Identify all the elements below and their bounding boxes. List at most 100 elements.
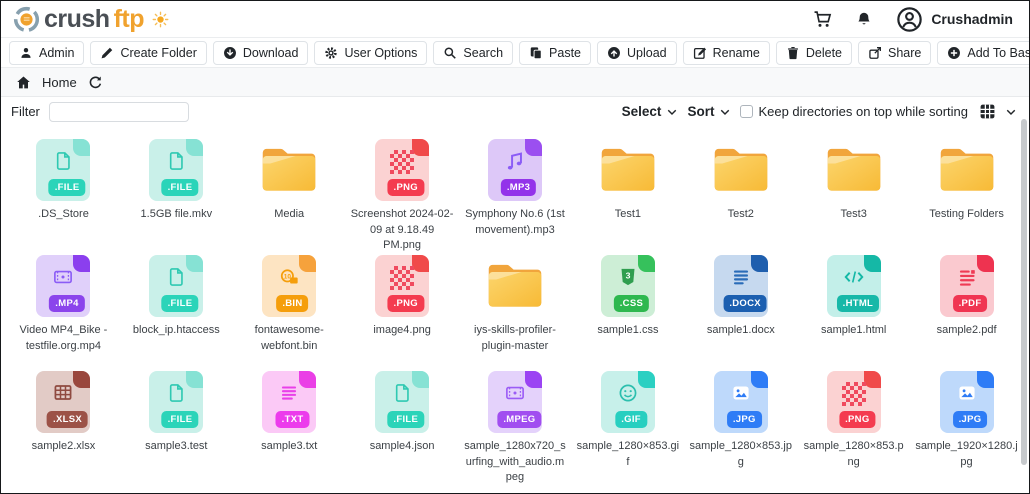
home-icon[interactable] (16, 75, 31, 90)
delete-button[interactable]: Delete (776, 41, 852, 65)
crushftp-window: crushftp Crushadmin Admin Create Folder Do… (0, 0, 1030, 494)
top-bar: crushftp Crushadmin (1, 1, 1029, 38)
file-item[interactable]: .HTMLsample1.html (797, 254, 910, 370)
mp4-file-icon: .MP4 (36, 255, 90, 317)
file-type-badge: .FILE (387, 411, 424, 428)
sun-theme-icon[interactable] (152, 11, 169, 28)
gif-file-icon: .GIF (601, 371, 655, 433)
upload-button[interactable]: Upload (597, 41, 677, 65)
file-grid: .FILE.DS_Store.FILE1.5GB file.mkv Media .P… (1, 126, 1029, 494)
file-item-partial[interactable] (459, 486, 572, 494)
add-to-basket-button[interactable]: Add To Basket (937, 41, 1030, 65)
png-file-icon: .PNG (375, 255, 429, 317)
file-item[interactable]: .MP3Symphony No.6 (1st movement).mp3 (459, 138, 572, 254)
png-file-icon: .PNG (827, 371, 881, 433)
file-item-partial[interactable] (7, 486, 120, 494)
admin-button[interactable]: Admin (9, 41, 84, 65)
button-label: Rename (713, 46, 760, 60)
folder-item[interactable]: iys-skills-profiler-plugin-master (459, 254, 572, 370)
file-name: sample_1280×853.jpg (689, 439, 792, 470)
circle-down-icon (223, 46, 237, 60)
file-item[interactable]: .FILE1.5GB file.mkv (120, 138, 233, 254)
file-type-badge: .DOCX (723, 295, 767, 312)
file-item-partial[interactable] (233, 486, 346, 494)
file-name: sample_1280×853.png (802, 439, 905, 470)
file-item[interactable]: .FILEblock_ip.htaccess (120, 254, 233, 370)
create-folder-button[interactable]: Create Folder (90, 41, 206, 65)
xlsx-file-icon: .XLSX (36, 371, 90, 433)
file-item[interactable]: .PNGScreenshot 2024-02-09 at 9.18.49 PM.… (346, 138, 459, 254)
file-type-badge: .PNG (388, 179, 424, 196)
file-type-badge: .CSS (614, 295, 649, 312)
file-item[interactable]: .DOCXsample1.docx (684, 254, 797, 370)
user-options-button[interactable]: User Options (314, 41, 427, 65)
file-item[interactable]: .XLSXsample2.xlsx (7, 370, 120, 486)
file-type-badge: .FILE (49, 179, 86, 196)
file-name: Symphony No.6 (1st movement).mp3 (463, 207, 566, 238)
chevron-down-icon (666, 106, 678, 118)
jpg-file-icon: .JPG (714, 371, 768, 433)
file-item[interactable]: .PDFsample2.pdf (910, 254, 1023, 370)
file-name: Media (274, 207, 304, 223)
file-item[interactable]: .FILE sample4.json (346, 370, 459, 486)
folder-icon (485, 260, 545, 312)
folder-item[interactable]: Test2 (684, 138, 797, 254)
file-file-icon: .FILE (36, 139, 90, 201)
bell-icon[interactable] (856, 11, 872, 28)
file-item[interactable]: .JPG sample_1280×853.jpg (684, 370, 797, 486)
logo-text-crush: crush (44, 7, 110, 32)
button-label: Add To Basket (967, 46, 1030, 60)
search-button[interactable]: Search (433, 41, 513, 65)
folder-item[interactable]: Testing Folders (910, 138, 1023, 254)
view-options-chevron-icon[interactable] (1005, 106, 1017, 118)
folder-icon (598, 144, 658, 196)
file-item-partial[interactable] (120, 486, 233, 494)
select-dropdown[interactable]: Select (622, 104, 679, 119)
file-item-partial[interactable] (346, 486, 459, 494)
user-circle-icon (896, 6, 923, 33)
account-menu[interactable]: Crushadmin (896, 6, 1013, 33)
file-item[interactable]: 3.CSSsample1.css (571, 254, 684, 370)
vertical-scrollbar[interactable] (1021, 119, 1027, 465)
file-type-badge: .PNG (839, 411, 875, 428)
file-type-badge: .PNG (388, 295, 424, 312)
button-label: Create Folder (120, 46, 196, 60)
filter-input[interactable] (49, 102, 189, 122)
css-file-icon: 3.CSS (601, 255, 655, 317)
file-name: sample4.json (370, 439, 435, 455)
share-button[interactable]: Share (858, 41, 931, 65)
file-item[interactable]: .JPGsample_1920×1280.jpg (910, 370, 1023, 486)
file-name: sample_1280x720_surfing_with_audio.mpeg (463, 439, 566, 486)
button-label: Download (243, 46, 299, 60)
keep-directories-checkbox[interactable] (740, 105, 753, 118)
file-item[interactable]: .TXTsample3.txt (233, 370, 346, 486)
folder-icon (937, 144, 997, 196)
download-button[interactable]: Download (213, 41, 309, 65)
paste-button[interactable]: Paste (519, 41, 591, 65)
file-name: sample3.test (145, 439, 207, 455)
rename-button[interactable]: Rename (683, 41, 770, 65)
file-name: block_ip.htaccess (133, 323, 220, 339)
file-item[interactable]: .FILE.DS_Store (7, 138, 120, 254)
file-type-badge: .PDF (953, 295, 988, 312)
keep-directories-label[interactable]: Keep directories on top while sorting (758, 104, 968, 119)
button-label: Search (463, 46, 503, 60)
circle-up-icon (607, 46, 621, 60)
grid-view-icon[interactable] (979, 103, 996, 120)
sort-dropdown[interactable]: Sort (687, 104, 731, 119)
file-item[interactable]: .PNGimage4.png (346, 254, 459, 370)
file-name: sample3.txt (261, 439, 317, 455)
cart-icon[interactable] (813, 10, 832, 29)
folder-item[interactable]: Test3 (797, 138, 910, 254)
file-item[interactable]: 10.BINfontawesome-webfont.bin (233, 254, 346, 370)
crushftp-logo[interactable]: crushftp (13, 6, 169, 33)
breadcrumb-home[interactable]: Home (42, 75, 77, 90)
file-item[interactable]: .FILEsample3.test (120, 370, 233, 486)
file-item[interactable]: .MPEGsample_1280x720_surfing_with_audio.… (459, 370, 572, 486)
folder-item[interactable]: Test1 (571, 138, 684, 254)
refresh-icon[interactable] (88, 75, 103, 90)
file-item[interactable]: .GIFsample_1280×853.gif (571, 370, 684, 486)
file-item[interactable]: .PNG sample_1280×853.png (797, 370, 910, 486)
file-item[interactable]: .MP4Video MP4_Bike - testfile.org.mp4 (7, 254, 120, 370)
folder-item[interactable]: Media (233, 138, 346, 254)
